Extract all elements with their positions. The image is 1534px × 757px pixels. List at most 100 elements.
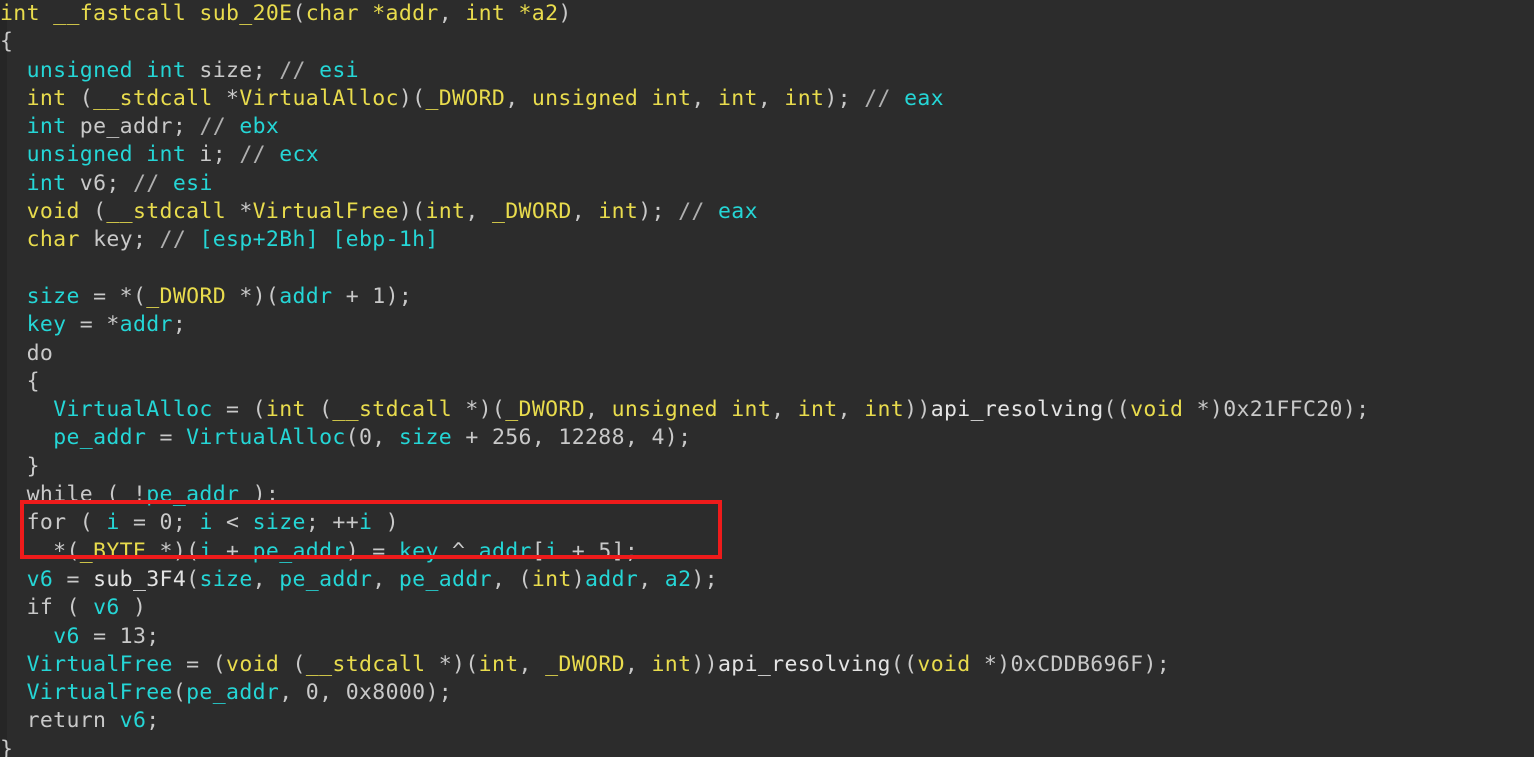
code-token: size (398, 425, 453, 451)
code-token: (( (1103, 397, 1131, 423)
code-token: ]; (611, 538, 639, 564)
code-token: { (0, 368, 40, 394)
code-token: VirtualFree (252, 199, 399, 225)
code-token: 0xCDDB696F (1010, 651, 1144, 677)
code-line[interactable]: v6 = 13; (0, 623, 1534, 651)
code-line[interactable]: *(_BYTE *)(i + pe_addr) = key ^ addr[i +… (0, 538, 1534, 566)
code-line[interactable]: int v6; // esi (0, 170, 1534, 198)
code-token: void (26, 199, 80, 225)
code-token: ( (79, 199, 107, 225)
code-line[interactable]: do (0, 340, 1534, 368)
code-token: i (199, 510, 213, 536)
code-token: int (531, 566, 572, 592)
code-token: int *a2 (465, 1, 559, 26)
code-line[interactable]: key = *addr; (0, 311, 1534, 339)
code-token: ecx (279, 142, 320, 168)
code-line[interactable]: char key; // [esp+2Bh] [ebp-1h] (0, 226, 1534, 254)
code-token: , (505, 85, 532, 111)
code-token: size; (186, 57, 280, 83)
code-line[interactable]: int __fastcall sub_20E(char *addr, int *… (0, 0, 1534, 28)
code-token: size (252, 510, 306, 536)
code-token: addr (119, 312, 173, 338)
code-line[interactable]: size = *(_DWORD *)(addr + 1); (0, 283, 1534, 311)
code-token: + (212, 538, 253, 564)
code-line[interactable]: int (__stdcall *VirtualAlloc)(_DWORD, un… (0, 85, 1534, 113)
code-token: pe_addr (186, 680, 280, 706)
code-token: , (518, 651, 546, 677)
code-token: sub_3F4 (93, 566, 187, 592)
code-line[interactable]: int pe_addr; // ebx (0, 113, 1534, 141)
code-line[interactable]: v6 = sub_3F4(size, pe_addr, pe_addr, (in… (0, 566, 1534, 594)
code-token: *)( (452, 397, 506, 423)
code-token: VirtualAlloc (53, 397, 213, 423)
code-line[interactable]: for ( i = 0; i < size; ++i ) (0, 509, 1534, 537)
code-line[interactable]: } (0, 453, 1534, 481)
code-line[interactable]: if ( v6 ) (0, 594, 1534, 622)
code-line[interactable]: unsigned int size; // esi (0, 57, 1534, 85)
code-token: , (757, 85, 785, 111)
code-token: pe_addr (53, 425, 147, 451)
code-line[interactable]: VirtualFree = (void (__stdcall *)(int, _… (0, 651, 1534, 679)
code-token: size (199, 566, 253, 592)
code-line[interactable]: pe_addr = VirtualAlloc(0, size + 256, 12… (0, 424, 1534, 452)
code-token: , (279, 680, 306, 706)
pseudocode-listing[interactable]: int __fastcall sub_20E ( char *addr, int *… (0, 0, 1534, 757)
code-token: ) (571, 566, 586, 592)
code-token: i (359, 510, 373, 536)
code-token: , (465, 199, 492, 225)
code-token: int (478, 651, 519, 677)
code-token: i (106, 510, 120, 536)
code-token: 256 (491, 425, 532, 451)
code-token: VirtualFree (26, 680, 173, 706)
code-token: )) (904, 397, 931, 423)
code-token: a2 (664, 566, 692, 592)
code-token: v6 (119, 708, 147, 734)
code-line[interactable]: while ( !pe_addr ); (0, 481, 1534, 509)
code-token: eax (717, 199, 758, 225)
code-token: int (717, 85, 758, 111)
code-token: int (265, 397, 306, 423)
code-token: key (398, 538, 439, 564)
code-token: *)( (226, 283, 280, 309)
code-token: int __fastcall sub_20E (0, 1, 293, 26)
code-line[interactable]: return v6; (0, 707, 1534, 735)
code-token: , (771, 397, 798, 423)
code-token: char *addr (305, 1, 439, 26)
code-token: while ( ! (0, 482, 147, 508)
code-line[interactable] (0, 255, 1534, 283)
code-token: ; (146, 708, 160, 734)
code-token: , (372, 425, 399, 451)
code-token: int (598, 199, 639, 225)
code-token: , (319, 680, 346, 706)
code-line[interactable]: void (__stdcall *VirtualFree)(int, _DWOR… (0, 198, 1534, 226)
code-token: addr (478, 538, 532, 564)
code-line[interactable]: { (0, 368, 1534, 396)
code-line[interactable]: } (0, 736, 1534, 757)
code-token: addr (279, 283, 333, 309)
code-token: 0x8000 (345, 680, 426, 706)
code-token: int (425, 199, 466, 225)
code-token: , (585, 397, 612, 423)
code-token: 0x21FFC20 (1223, 397, 1343, 423)
code-token: ( (186, 566, 200, 592)
code-token: * (212, 85, 240, 111)
code-token: ( (279, 651, 306, 677)
code-token: v6; (66, 170, 133, 196)
code-line[interactable]: VirtualFree(pe_addr, 0, 0x8000); (0, 679, 1534, 707)
code-token: // (678, 199, 705, 225)
code-token: int (651, 651, 692, 677)
code-token: api_resolving (930, 397, 1104, 423)
code-line[interactable]: { (0, 28, 1534, 56)
code-token: ); (1143, 651, 1171, 677)
code-token: _DWORD (491, 199, 572, 225)
code-line[interactable]: unsigned int i; // ecx (0, 141, 1534, 169)
code-line[interactable]: VirtualAlloc = (int (__stdcall *)(_DWORD… (0, 396, 1534, 424)
code-token: )) (691, 651, 718, 677)
code-token: ); (425, 680, 453, 706)
